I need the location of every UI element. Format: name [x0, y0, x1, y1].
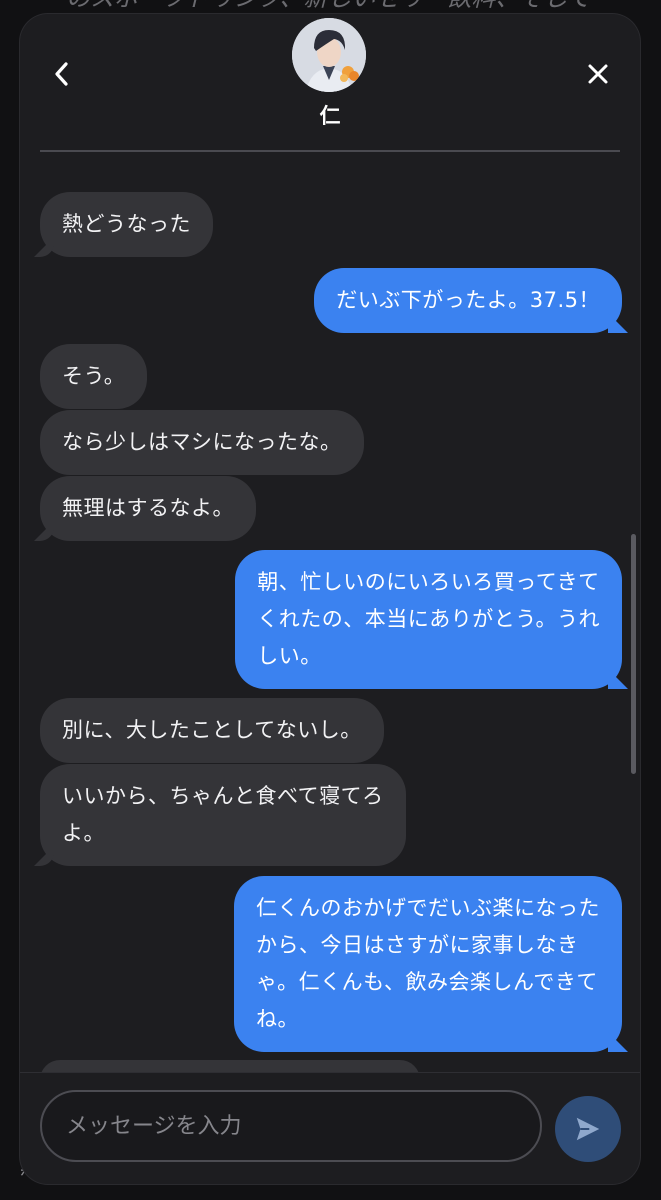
message-bubble-incoming: なら少しはマシになったな。 [40, 410, 364, 475]
message-line: 仁くんのおかげでだいぶ楽になった [256, 896, 600, 920]
message-bubble-outgoing: 朝、忙しいのにいろいろ買ってきて くれたの、本当にありがとう。うれ しい。 [235, 550, 622, 689]
chevron-left-icon [55, 62, 68, 86]
background-text: のスポーツドリンク、新しいゼリー飲料、そして [66, 0, 661, 13]
chat-header: 仁 [20, 14, 640, 154]
message-bubble-incoming: 別に、大したことしてないし。 [40, 698, 384, 763]
avatar[interactable] [292, 18, 366, 92]
message-line: 朝、忙しいのにいろいろ買ってきて [257, 570, 600, 594]
scrollbar[interactable] [631, 534, 636, 774]
chat-modal: 仁 熱どうなった だいぶ下がったよ。37.5！ そう。 なら少しはマシになったな… [20, 14, 640, 1184]
message-line: ゃ。仁くんも、飲み会楽しんできて [256, 970, 598, 994]
composer-divider [20, 1072, 640, 1073]
message-bubble-outgoing: 仁くんのおかげでだいぶ楽になった から、今日はさすがに家事しなき ゃ。仁くんも、… [234, 876, 622, 1052]
message-bubble-incoming: 無理はするなよ。 [40, 476, 256, 541]
message-bubble-outgoing: だいぶ下がったよ。37.5！ [314, 268, 622, 333]
message-line: ね。 [256, 1007, 299, 1031]
send-icon [576, 1117, 600, 1141]
close-icon [588, 64, 608, 84]
message-bubble-incoming: 熱どうなった [40, 192, 213, 257]
message-line: から、今日はさすがに家事しなき [256, 933, 579, 957]
message-bubble-partial [40, 1060, 420, 1072]
contact-name: 仁 [319, 104, 341, 128]
message-bubble-incoming: いいから、ちゃんと食べて寝てろ よ。 [40, 764, 406, 866]
message-input[interactable] [42, 1092, 540, 1160]
message-line: くれたの、本当にありがとう。うれ [257, 607, 600, 631]
back-button[interactable] [42, 54, 82, 94]
avatar-image [292, 18, 366, 92]
message-line: いいから、ちゃんと食べて寝てろ [62, 784, 384, 808]
send-button[interactable] [555, 1096, 621, 1162]
message-input-wrapper [40, 1090, 542, 1162]
message-list[interactable]: 熱どうなった だいぶ下がったよ。37.5！ そう。 なら少しはマシになったな。 … [20, 154, 640, 1072]
message-bubble-incoming: そう。 [40, 344, 148, 409]
header-divider [40, 150, 620, 152]
close-button[interactable] [578, 54, 618, 94]
message-line: しい。 [257, 644, 322, 668]
message-line: よ。 [62, 821, 105, 845]
